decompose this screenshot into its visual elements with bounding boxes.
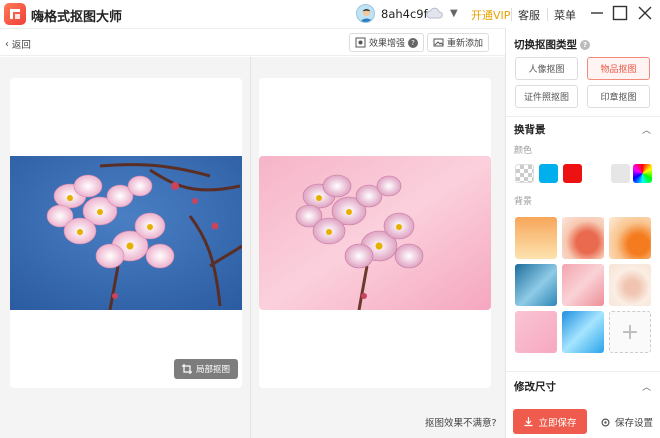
- maximize-icon[interactable]: [611, 4, 629, 22]
- divider: [506, 116, 660, 117]
- chevron-up-icon[interactable]: ︿: [642, 380, 651, 393]
- panel-divider: [250, 57, 251, 438]
- bg-tile-blue-wave[interactable]: [515, 264, 557, 306]
- switch-type-title: 切换抠图类型: [514, 39, 577, 51]
- bg-tile-peach[interactable]: [515, 217, 557, 259]
- divider: [506, 371, 660, 372]
- menu-button[interactable]: 菜单: [554, 7, 576, 23]
- original-photo: [10, 156, 242, 310]
- effect-enhance-button[interactable]: 效果增强 ?: [349, 33, 425, 52]
- enhance-icon: [355, 37, 366, 48]
- color-label: 颜色: [514, 146, 533, 156]
- local-cutout-button[interactable]: 局部抠图: [174, 359, 238, 379]
- divider: [511, 8, 512, 21]
- crop-icon: [181, 364, 192, 374]
- bg-tile-orange-glow[interactable]: [609, 217, 651, 259]
- resize-title: 修改尺寸: [514, 381, 556, 393]
- settings-sidebar: 切换抠图类型 ? 人像抠图 物品抠图 证件照抠图 印章抠图 换背景 ︿ 颜色 背…: [505, 28, 660, 438]
- color-swatch-blue[interactable]: [539, 164, 558, 183]
- chevron-up-icon[interactable]: ︿: [642, 123, 651, 136]
- save-settings-label: 保存设置: [615, 418, 654, 429]
- color-swatch-transparent[interactable]: [515, 164, 534, 183]
- type-seal-button[interactable]: 印章抠图: [587, 85, 650, 108]
- plus-icon: +: [620, 319, 640, 345]
- vip-cloud-icon: [426, 5, 444, 21]
- bg-tile-flower-coral[interactable]: [562, 217, 604, 259]
- minimize-icon[interactable]: [588, 4, 606, 22]
- title-bar: 嗨格式抠图大师 8ah4c9f ▼ 开通VIP 客服 菜单: [0, 0, 660, 28]
- readd-button[interactable]: 重新添加: [427, 33, 490, 52]
- bg-tile-pink-soft[interactable]: [515, 311, 557, 353]
- type-object-button[interactable]: 物品抠图: [587, 57, 650, 80]
- image-add-icon: [433, 38, 444, 47]
- save-now-button[interactable]: 立即保存: [513, 409, 587, 434]
- bg-tile-blue-shine[interactable]: [562, 311, 604, 353]
- save-now-label: 立即保存: [538, 417, 577, 429]
- effect-enhance-label: 效果增强: [369, 39, 406, 49]
- unsatisfied-link[interactable]: 抠图效果不满意?: [425, 415, 497, 429]
- app-logo-icon: [4, 3, 26, 25]
- work-toolbar: ‹ 返回 效果增强 ? 重新添加: [0, 28, 505, 56]
- type-id-photo-button[interactable]: 证件照抠图: [515, 85, 578, 108]
- username[interactable]: 8ah4c9f: [381, 7, 428, 21]
- app-title: 嗨格式抠图大师: [31, 10, 123, 25]
- readd-label: 重新添加: [447, 39, 484, 49]
- add-background-button[interactable]: +: [609, 311, 651, 353]
- chevron-left-icon: ‹: [5, 38, 9, 50]
- download-icon: [524, 417, 533, 427]
- bg-tile-cream-floral[interactable]: [609, 264, 651, 306]
- type-portrait-button[interactable]: 人像抠图: [515, 57, 578, 80]
- gear-icon: [601, 417, 610, 427]
- background-label: 背景: [514, 197, 533, 207]
- divider: [547, 8, 548, 21]
- user-avatar[interactable]: [356, 4, 375, 23]
- help-icon[interactable]: ?: [408, 37, 419, 48]
- local-cutout-label: 局部抠图: [195, 365, 230, 375]
- replace-bg-title: 换背景: [514, 124, 546, 136]
- account-dropdown-icon[interactable]: ▼: [450, 8, 458, 19]
- help-icon[interactable]: ?: [580, 39, 590, 50]
- save-settings-button[interactable]: 保存设置: [600, 415, 653, 429]
- open-vip-link[interactable]: 开通VIP: [471, 7, 510, 23]
- back-button[interactable]: ‹ 返回: [5, 37, 31, 52]
- close-icon[interactable]: [636, 4, 654, 22]
- color-swatch-white[interactable]: [587, 164, 606, 183]
- back-label: 返回: [11, 40, 31, 51]
- customer-service-button[interactable]: 客服: [518, 7, 540, 23]
- result-photo: [259, 156, 491, 310]
- color-swatch-red[interactable]: [563, 164, 582, 183]
- color-picker-rainbow[interactable]: [633, 164, 652, 183]
- switch-type-header: 切换抠图类型 ?: [514, 37, 590, 52]
- bg-tile-pink-abstract[interactable]: [562, 264, 604, 306]
- original-image-panel: 局部抠图: [10, 78, 242, 388]
- result-image-panel: [259, 78, 491, 388]
- work-area: 局部抠图 抠图效果不满意?: [0, 57, 505, 438]
- color-swatch-gray[interactable]: [611, 164, 630, 183]
